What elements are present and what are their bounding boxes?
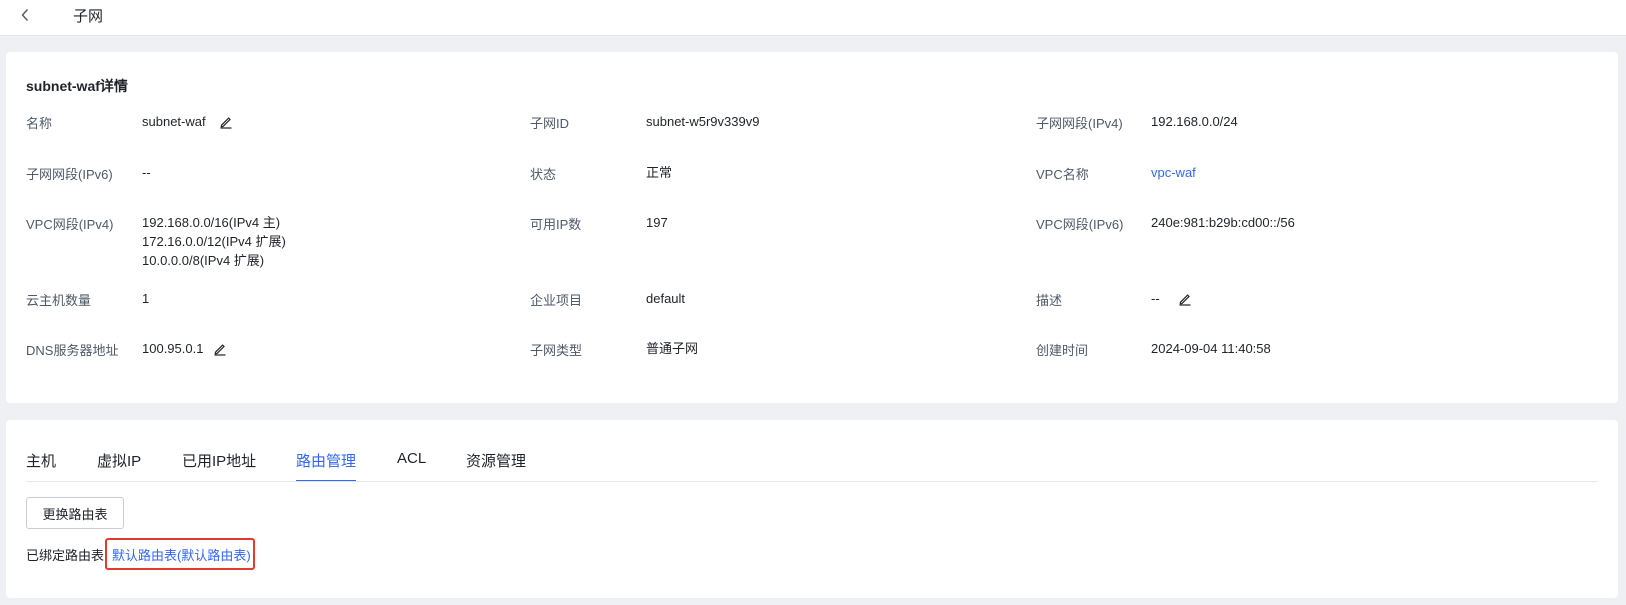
created-at-value: 2024-09-04 11:40:58 [1151, 341, 1271, 356]
subnet-id-label: 子网ID [530, 116, 570, 131]
bound-route-table-label: 已绑定路由表 [26, 548, 105, 563]
description-value: -- [1151, 291, 1160, 306]
vm-count-label: 云主机数量 [26, 293, 92, 308]
vpc-ipv4-label: VPC网段(IPv4) [26, 217, 114, 232]
subnet-type-value: 普通子网 [646, 341, 699, 356]
tab-resource-management[interactable]: 资源管理 [466, 450, 526, 480]
tabs-divider [26, 481, 1598, 482]
name-label: 名称 [26, 116, 53, 131]
tab-route-management[interactable]: 路由管理 [296, 450, 357, 482]
vpc-name-link[interactable]: vpc-waf [1151, 163, 1196, 182]
ipv6-cidr-value: -- [142, 165, 151, 180]
vpc-ipv4-extension-2: 10.0.0.0/8(IPv4 扩展) [142, 253, 265, 268]
enterprise-project-value: default [646, 291, 686, 306]
page-title: 子网 [73, 8, 104, 25]
ipv4-cidr-value: 192.168.0.0/24 [1151, 114, 1238, 129]
enterprise-project-label: 企业项目 [530, 293, 583, 308]
edit-dns-icon[interactable] [213, 342, 227, 356]
name-value: subnet-waf [142, 114, 206, 129]
created-at-label: 创建时间 [1036, 343, 1089, 358]
dns-label: DNS服务器地址 [26, 343, 119, 358]
change-route-table-button[interactable]: 更换路由表 [26, 497, 124, 529]
ipv4-cidr-label: 子网网段(IPv4) [1036, 116, 1123, 131]
top-bar: 子网 [0, 0, 1626, 36]
vpc-name-label: VPC名称 [1036, 167, 1089, 182]
ipv6-cidr-label: 子网网段(IPv6) [26, 167, 113, 182]
detail-title: subnet-waf详情 [26, 78, 128, 94]
edit-description-icon[interactable] [1178, 292, 1192, 306]
available-ips-label: 可用IP数 [530, 217, 582, 232]
subnet-id-value: subnet-w5r9v339v9 [646, 114, 760, 129]
edit-name-icon[interactable] [219, 115, 233, 129]
vpc-ipv4-extension-1: 172.16.0.0/12(IPv4 扩展) [142, 234, 286, 249]
default-route-table-link[interactable]: 默认路由表(默认路由表) [105, 538, 255, 570]
tab-hosts[interactable]: 主机 [26, 450, 56, 480]
subnet-tabs-card: 主机 虚拟IP 已用IP地址 路由管理 ACL 资源管理 更换路由表 已绑定路由… [6, 420, 1618, 598]
description-label: 描述 [1036, 293, 1063, 308]
status-label: 状态 [530, 167, 557, 182]
vpc-ipv6-value: 240e:981:b29b:cd00::/56 [1151, 215, 1295, 230]
tab-acl[interactable]: ACL [397, 450, 426, 480]
vpc-ipv6-label: VPC网段(IPv6) [1036, 217, 1124, 232]
vm-count-value: 1 [142, 291, 150, 306]
subnet-detail-card: subnet-waf详情 名称 subnet-waf 子网ID subnet-w… [6, 52, 1618, 403]
chevron-left-icon[interactable] [16, 6, 34, 24]
tab-virtual-ip[interactable]: 虚拟IP [97, 450, 141, 480]
status-value: 正常 [646, 165, 673, 180]
available-ips-value: 197 [646, 215, 668, 230]
subnet-type-label: 子网类型 [530, 343, 583, 358]
dns-value: 100.95.0.1 [142, 341, 204, 356]
tab-used-ip[interactable]: 已用IP地址 [182, 450, 256, 480]
vpc-ipv4-primary: 192.168.0.0/16(IPv4 主) [142, 215, 281, 230]
